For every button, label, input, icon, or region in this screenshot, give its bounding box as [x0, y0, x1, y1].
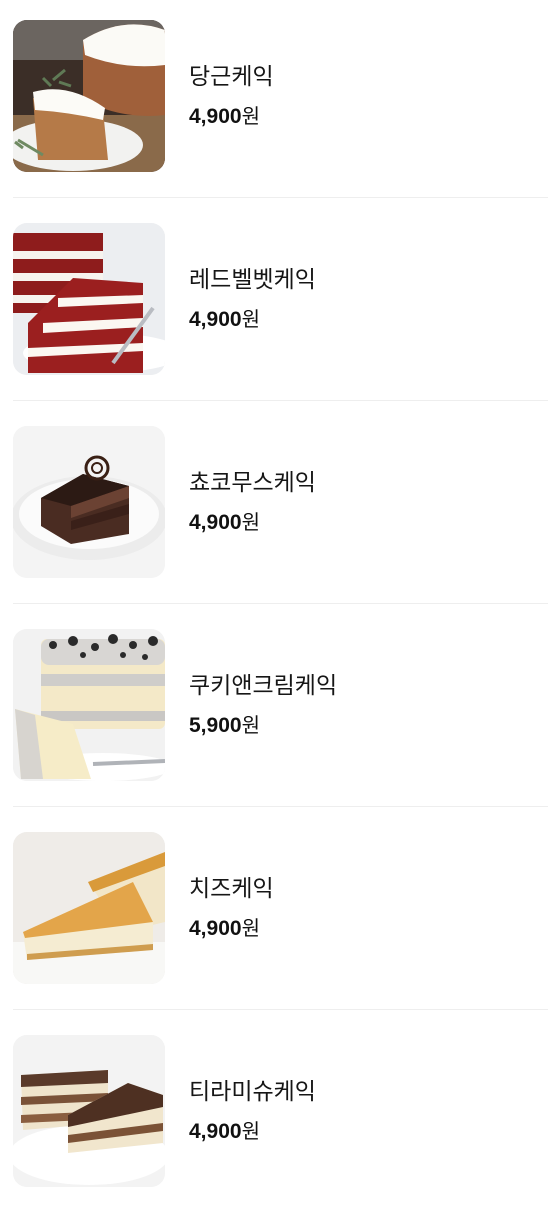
menu-item-price: 4,900원	[189, 913, 260, 944]
menu-item-cookies-and-cream-cake[interactable]: 쿠키앤크림케익 5,900원	[0, 609, 554, 811]
menu-list: 당근케익 4,900원 레드벨벳케익 4,900원 쵸코무스케익 4,900원 …	[0, 0, 554, 1200]
price-currency: 원	[241, 713, 260, 737]
tiramisu-cake-photo	[13, 1035, 165, 1187]
menu-item-red-velvet-cake[interactable]: 레드벨벳케익 4,900원	[0, 203, 554, 405]
price-currency: 원	[241, 104, 260, 128]
price-currency: 원	[241, 916, 260, 940]
divider	[13, 197, 548, 198]
chocolate-mousse-cake-photo	[13, 426, 165, 578]
cheesecake-image	[13, 832, 165, 984]
divider	[13, 1009, 548, 1010]
menu-item-name: 당근케익	[189, 64, 274, 90]
price-amount: 4,900	[189, 1120, 242, 1143]
menu-item-name: 치즈케익	[189, 876, 274, 902]
menu-item-name: 쿠키앤크림케익	[189, 673, 338, 699]
red-velvet-cake-image	[13, 223, 165, 375]
price-currency: 원	[241, 510, 260, 534]
menu-item-name: 쵸코무스케익	[189, 470, 316, 496]
chocolate-mousse-cake-image	[13, 426, 165, 578]
divider	[13, 603, 548, 604]
menu-item-tiramisu-cake[interactable]: 티라미슈케익 4,900원	[0, 1015, 554, 1217]
cookies-and-cream-cake-image	[13, 629, 165, 781]
menu-item-price: 4,900원	[189, 101, 260, 132]
price-amount: 5,900	[189, 714, 242, 737]
menu-item-name: 레드벨벳케익	[189, 267, 316, 293]
carrot-cake-photo	[13, 20, 165, 172]
menu-item-price: 4,900원	[189, 304, 260, 335]
price-currency: 원	[241, 1119, 260, 1143]
cookies-and-cream-cake-photo	[13, 629, 165, 781]
divider	[13, 400, 548, 401]
price-amount: 4,900	[189, 511, 242, 534]
price-currency: 원	[241, 307, 260, 331]
carrot-cake-image	[13, 20, 165, 172]
price-amount: 4,900	[189, 308, 242, 331]
menu-item-chocolate-mousse-cake[interactable]: 쵸코무스케익 4,900원	[0, 406, 554, 608]
menu-item-cheesecake[interactable]: 치즈케익 4,900원	[0, 812, 554, 1014]
price-amount: 4,900	[189, 917, 242, 940]
red-velvet-cake-photo	[13, 223, 165, 375]
price-amount: 4,900	[189, 105, 242, 128]
divider	[13, 806, 548, 807]
menu-item-carrot-cake[interactable]: 당근케익 4,900원	[0, 0, 554, 202]
menu-item-price: 4,900원	[189, 507, 260, 538]
menu-item-name: 티라미슈케익	[189, 1079, 316, 1105]
tiramisu-cake-image	[13, 1035, 165, 1187]
menu-item-price: 5,900원	[189, 710, 260, 741]
cheesecake-photo	[13, 832, 165, 984]
menu-item-price: 4,900원	[189, 1116, 260, 1147]
